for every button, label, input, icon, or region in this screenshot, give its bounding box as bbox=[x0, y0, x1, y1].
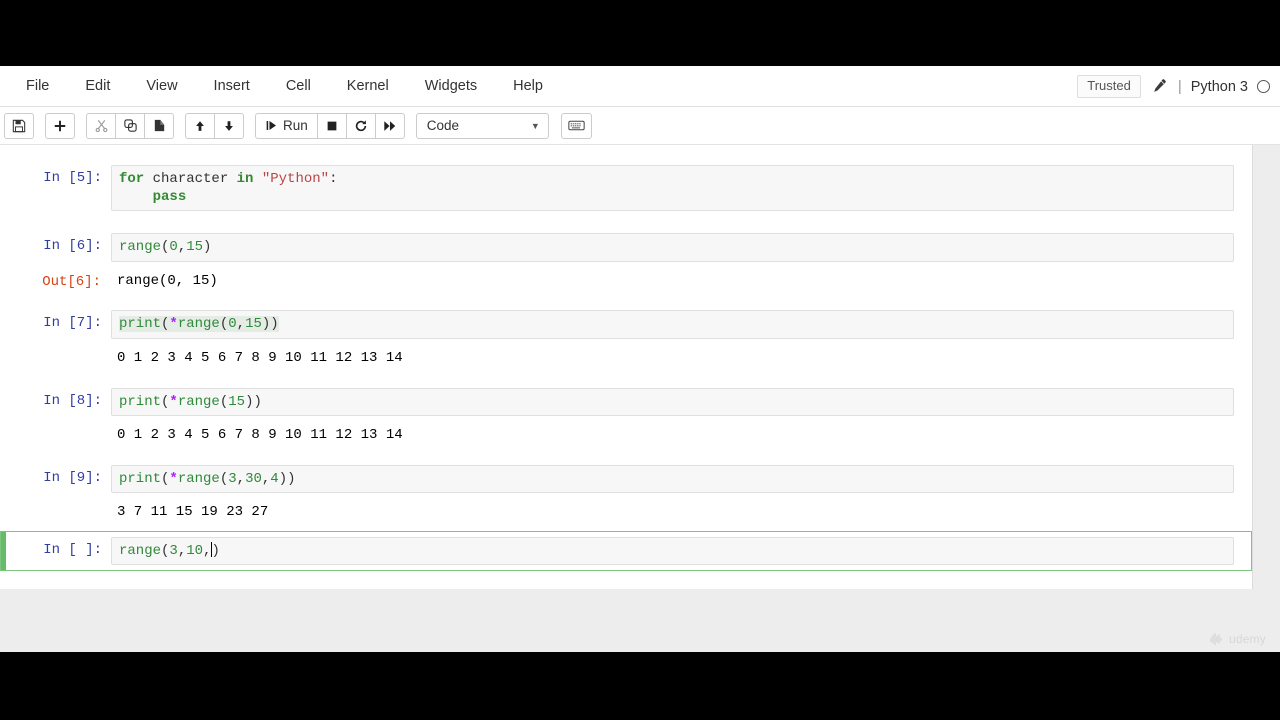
menu-file[interactable]: File bbox=[8, 73, 67, 100]
code-editor-6[interactable]: range(0,15) bbox=[111, 233, 1234, 262]
toolbar-group-palette bbox=[560, 112, 592, 139]
run-button[interactable]: Run bbox=[255, 112, 318, 139]
menu-bar-right-section: Trusted | Python 3 bbox=[1077, 66, 1270, 107]
code-editor-7[interactable]: print(*range(0,15)) bbox=[111, 310, 1234, 339]
notebook-scroll-area[interactable]: In [5]: for character in "Python": pass … bbox=[0, 145, 1280, 652]
notebook-page: In [5]: for character in "Python": pass … bbox=[0, 145, 1253, 589]
move-cell-up-button[interactable] bbox=[185, 112, 215, 139]
toolbar: Run Code ▼ bbox=[0, 107, 1280, 145]
cell-type-select[interactable]: Code ▼ bbox=[415, 112, 549, 139]
output-row-7: 0 1 2 3 4 5 6 7 8 9 10 11 12 13 14 bbox=[0, 345, 1252, 372]
chevron-down-icon: ▼ bbox=[530, 120, 540, 131]
udemy-logo-icon bbox=[1210, 633, 1222, 645]
menu-help[interactable]: Help bbox=[495, 73, 561, 100]
code-text-6: range(0,15) bbox=[119, 239, 212, 256]
kernel-name-label: Python 3 bbox=[1190, 78, 1248, 95]
udemy-watermark: udemy bbox=[1210, 632, 1266, 646]
input-prompt-active: In [ ]: bbox=[43, 541, 102, 558]
jupyter-notebook-app: File Edit View Insert Cell Kernel Widget… bbox=[0, 66, 1280, 652]
code-editor-5[interactable]: for character in "Python": pass bbox=[111, 165, 1234, 212]
output-prompt-6: Out[6]: bbox=[42, 273, 101, 290]
run-button-label: Run bbox=[283, 117, 308, 133]
toolbar-group-clipboard bbox=[86, 112, 174, 139]
output-stream-7: 0 1 2 3 4 5 6 7 8 9 10 11 12 13 14 bbox=[117, 349, 403, 366]
paste-cell-button[interactable] bbox=[144, 112, 174, 139]
output-prompt-9 bbox=[0, 500, 110, 504]
code-text-5: for character in "Python": pass bbox=[119, 171, 338, 206]
input-prompt-5: In [5]: bbox=[43, 170, 102, 186]
code-editor-active[interactable]: range(3,10,) bbox=[111, 536, 1234, 565]
letterbox-top-bar bbox=[0, 0, 1280, 66]
code-editor-8[interactable]: print(*range(15)) bbox=[111, 387, 1234, 416]
letterbox-bottom-bar bbox=[0, 652, 1280, 720]
trusted-badge[interactable]: Trusted bbox=[1077, 75, 1141, 98]
menu-cell[interactable]: Cell bbox=[268, 73, 329, 100]
cell-type-value: Code bbox=[426, 118, 460, 133]
copy-cell-button[interactable] bbox=[115, 112, 145, 139]
input-prompt-8: In [8]: bbox=[43, 392, 102, 409]
toolbar-group-save bbox=[4, 112, 34, 139]
output-prompt-7 bbox=[0, 346, 110, 350]
menu-edit[interactable]: Edit bbox=[67, 73, 128, 100]
menu-view[interactable]: View bbox=[128, 73, 195, 100]
output-row-9: 3 7 11 15 19 23 27 bbox=[0, 499, 1252, 526]
save-button[interactable] bbox=[4, 112, 34, 139]
command-palette-button[interactable] bbox=[560, 112, 592, 139]
screen-root: File Edit View Insert Cell Kernel Widget… bbox=[0, 0, 1280, 720]
input-prompt-9: In [9]: bbox=[43, 469, 102, 486]
code-text-7: print(*range(0,15)) bbox=[119, 316, 279, 333]
insert-cell-below-button[interactable] bbox=[45, 112, 75, 139]
code-cell-active[interactable]: In [ ]: range(3,10,) bbox=[0, 530, 1252, 571]
kernel-separator: | bbox=[1177, 78, 1182, 95]
code-editor-9[interactable]: print(*range(3,30,4)) bbox=[111, 464, 1234, 493]
code-cell-9[interactable]: In [9]: print(*range(3,30,4)) bbox=[0, 459, 1252, 499]
cut-cell-button[interactable] bbox=[86, 112, 116, 139]
toolbar-group-run: Run bbox=[255, 112, 405, 139]
input-prompt-6: In [6]: bbox=[43, 238, 102, 255]
restart-run-all-button[interactable] bbox=[374, 112, 405, 139]
menu-widgets[interactable]: Widgets bbox=[407, 73, 495, 100]
output-row-6: Out[6]: range(0, 15) bbox=[0, 268, 1252, 295]
restart-kernel-button[interactable] bbox=[345, 112, 376, 139]
menu-kernel[interactable]: Kernel bbox=[329, 73, 407, 100]
pencil-icon[interactable] bbox=[1150, 78, 1167, 95]
code-cell-6[interactable]: In [6]: range(0,15) bbox=[0, 227, 1252, 267]
input-prompt-7: In [7]: bbox=[43, 315, 102, 332]
toolbar-group-move bbox=[185, 112, 244, 139]
code-cell-5[interactable]: In [5]: for character in "Python": pass bbox=[0, 159, 1252, 217]
output-row-8: 0 1 2 3 4 5 6 7 8 9 10 11 12 13 14 bbox=[0, 422, 1252, 449]
toolbar-group-insert bbox=[45, 112, 75, 139]
output-stream-9: 3 7 11 15 19 23 27 bbox=[117, 503, 269, 520]
code-cell-7[interactable]: In [7]: print(*range(0,15)) bbox=[0, 304, 1252, 344]
udemy-watermark-text: udemy bbox=[1228, 632, 1266, 646]
interrupt-kernel-button[interactable] bbox=[316, 112, 347, 139]
kernel-idle-circle-icon[interactable] bbox=[1257, 80, 1270, 93]
code-text-9: print(*range(3,30,4)) bbox=[119, 470, 296, 487]
menu-bar: File Edit View Insert Cell Kernel Widget… bbox=[0, 66, 1280, 107]
move-cell-down-button[interactable] bbox=[214, 112, 244, 139]
menu-insert[interactable]: Insert bbox=[196, 73, 268, 100]
code-text-8: print(*range(15)) bbox=[119, 393, 262, 410]
output-stream-8: 0 1 2 3 4 5 6 7 8 9 10 11 12 13 14 bbox=[117, 426, 403, 443]
output-result-6: range(0, 15) bbox=[117, 272, 218, 289]
code-cell-8[interactable]: In [8]: print(*range(15)) bbox=[0, 382, 1252, 422]
code-text-active: range(3,10,) bbox=[119, 541, 220, 559]
output-prompt-8 bbox=[0, 423, 110, 427]
